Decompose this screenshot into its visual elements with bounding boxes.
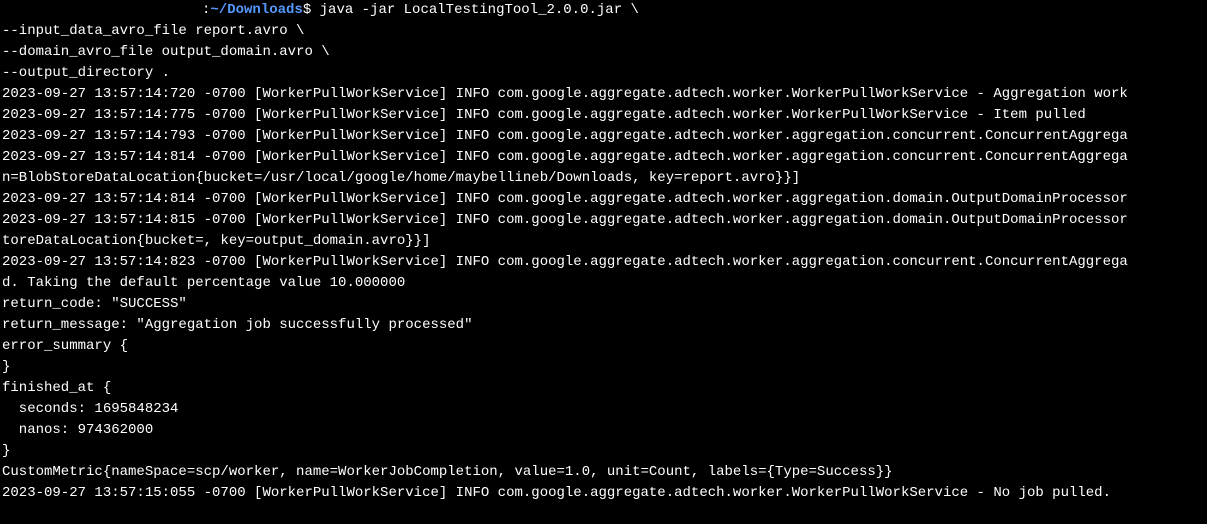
log-text: 2023-09-27 13:57:15:055 -0700 [WorkerPul… <box>2 485 1111 501</box>
prompt-path: ~/Downloads <box>210 2 302 18</box>
log-line: n=BlobStoreDataLocation{bucket=/usr/loca… <box>2 168 1205 189</box>
log-line: } <box>2 441 1205 462</box>
command-line-4: --output_directory . <box>2 63 1205 84</box>
log-line: return_code: "SUCCESS" <box>2 294 1205 315</box>
log-line: toreDataLocation{bucket=, key=output_dom… <box>2 231 1205 252</box>
log-line: error_summary { <box>2 336 1205 357</box>
prompt-dollar: $ <box>303 2 320 18</box>
command-line-2: --input_data_avro_file report.avro \ <box>2 21 1205 42</box>
log-line: 2023-09-27 13:57:14:823 -0700 [WorkerPul… <box>2 252 1205 273</box>
log-line: } <box>2 357 1205 378</box>
log-line: seconds: 1695848234 <box>2 399 1205 420</box>
log-line: 2023-09-27 13:57:14:775 -0700 [WorkerPul… <box>2 105 1205 126</box>
log-line: d. Taking the default percentage value 1… <box>2 273 1205 294</box>
log-line: 2023-09-27 13:57:14:814 -0700 [WorkerPul… <box>2 189 1205 210</box>
log-line: 2023-09-27 13:57:14:815 -0700 [WorkerPul… <box>2 210 1205 231</box>
log-line: finished_at { <box>2 378 1205 399</box>
log-line: return_message: "Aggregation job success… <box>2 315 1205 336</box>
log-line: 2023-09-27 13:57:14:814 -0700 [WorkerPul… <box>2 147 1205 168</box>
command-text-1: java -jar LocalTestingTool_2.0.0.jar \ <box>320 2 639 18</box>
log-line: CustomMetric{nameSpace=scp/worker, name=… <box>2 462 1205 483</box>
log-line: nanos: 974362000 <box>2 420 1205 441</box>
log-line: 2023-09-27 13:57:14:793 -0700 [WorkerPul… <box>2 126 1205 147</box>
terminal-output[interactable]: ████████████████████████:~/Downloads$ ja… <box>0 0 1207 504</box>
prompt-line: ████████████████████████:~/Downloads$ ja… <box>2 0 1205 21</box>
redacted-hostname: ████████████████████████ <box>2 0 202 21</box>
log-line: 2023-09-27 13:57:15:055 -0700 [WorkerPul… <box>2 483 1205 504</box>
log-line: 2023-09-27 13:57:14:720 -0700 [WorkerPul… <box>2 84 1205 105</box>
command-line-3: --domain_avro_file output_domain.avro \ <box>2 42 1205 63</box>
